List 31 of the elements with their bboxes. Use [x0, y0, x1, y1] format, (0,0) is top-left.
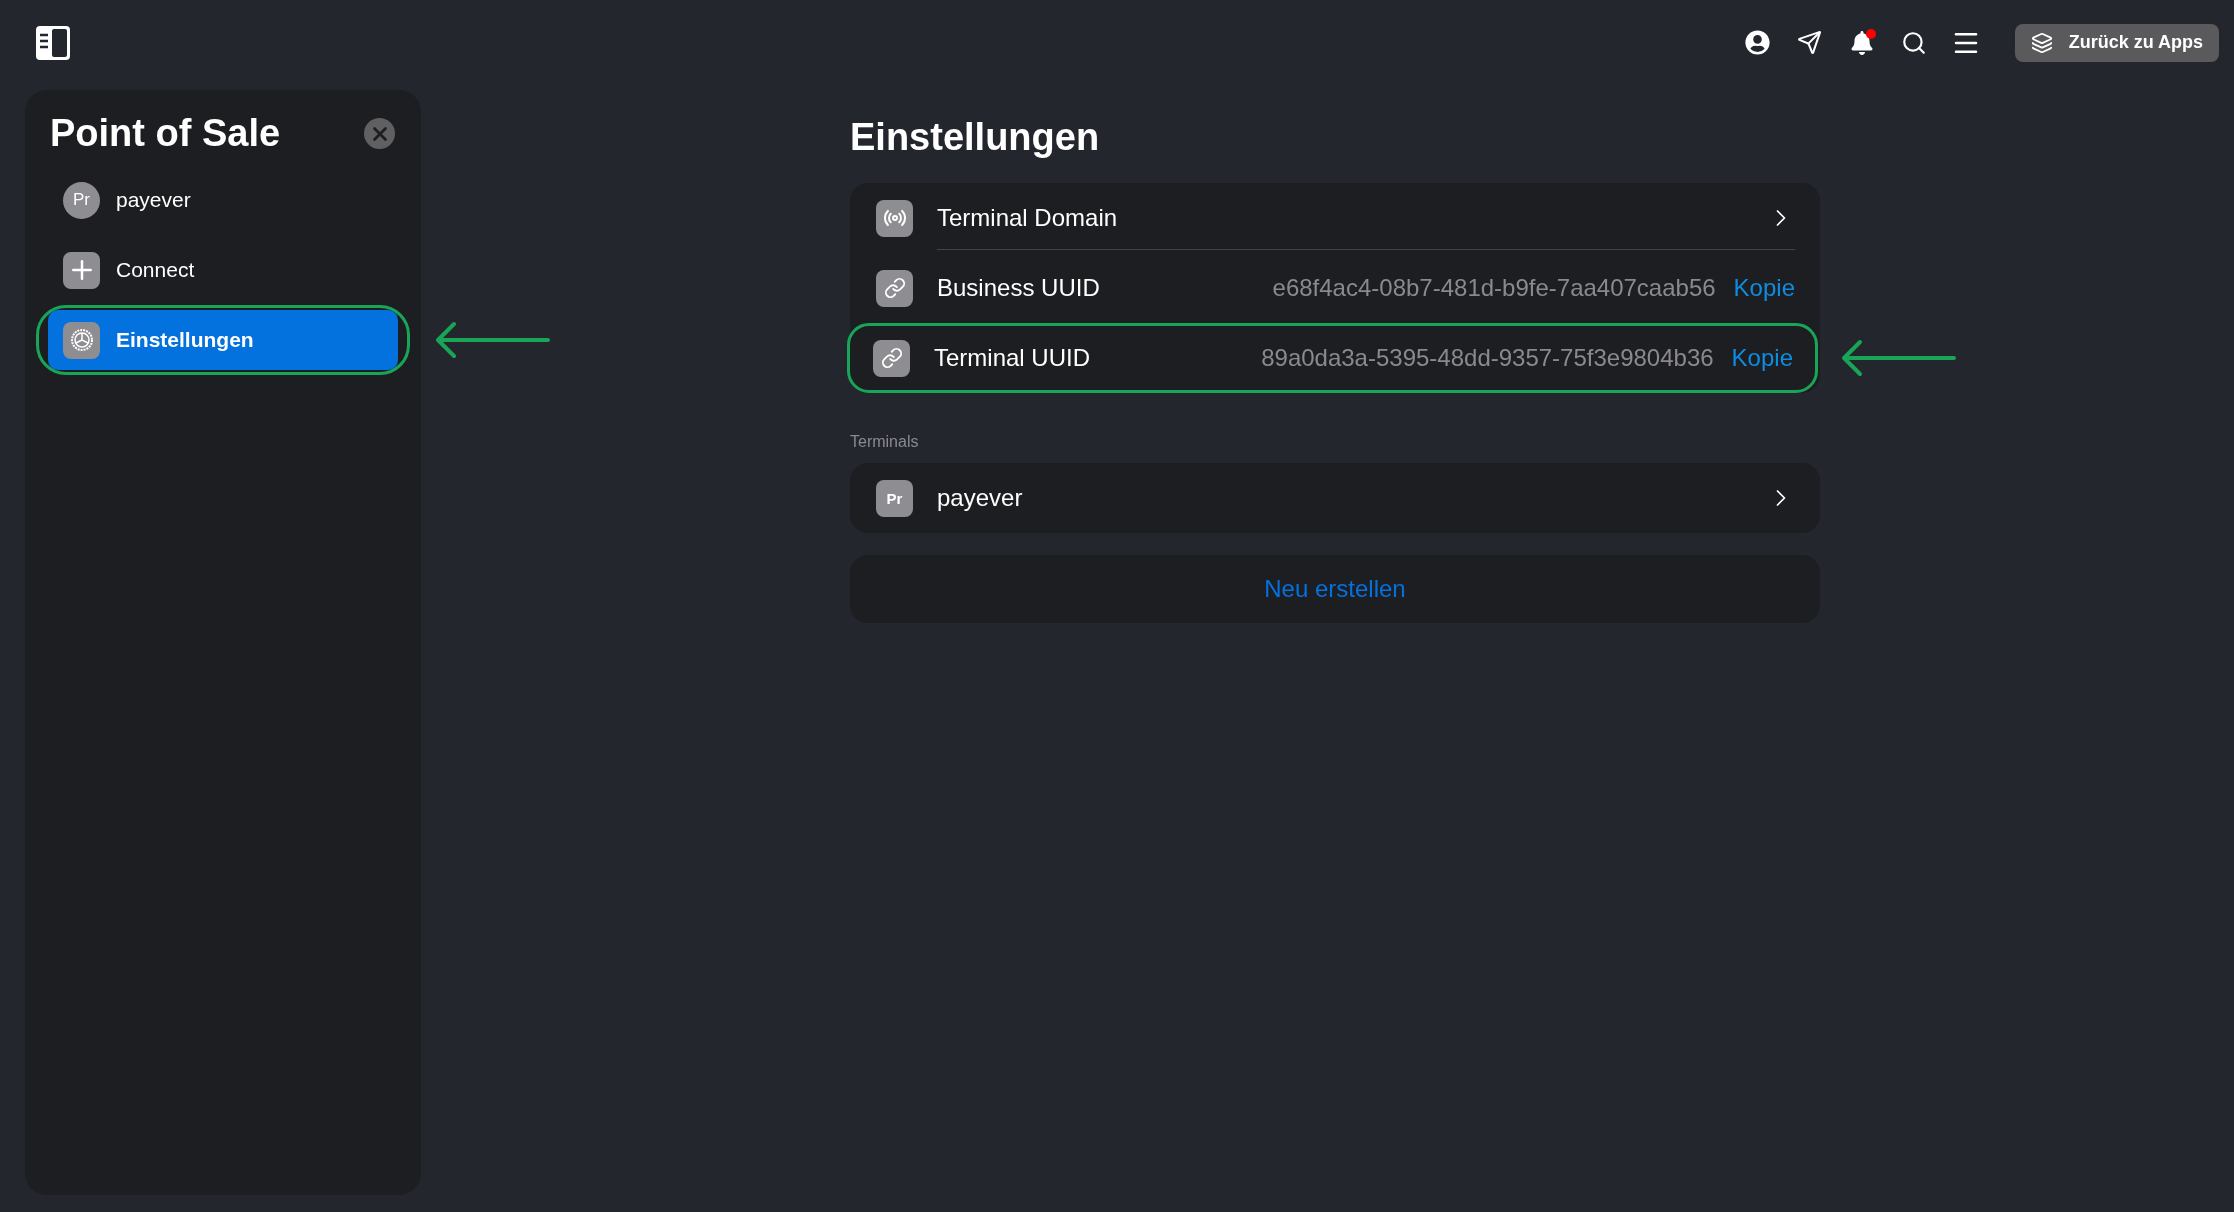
layers-icon	[2030, 31, 2053, 54]
uuid-value: 89a0da3a-5395-48dd-9357-75f3e9804b36	[1261, 344, 1714, 372]
terminal-label: payever	[937, 484, 1023, 512]
profile-icon[interactable]	[1742, 27, 1773, 58]
page-title: Einstellungen	[850, 116, 1101, 159]
sidebar-item[interactable]: Pr payever	[48, 170, 398, 230]
sidebar-item-label: payever	[116, 188, 191, 212]
link-icon	[873, 339, 910, 377]
create-new-button[interactable]: Neu erstellen	[850, 555, 1820, 623]
avatar-icon: Pr	[876, 479, 913, 517]
sidebar-item[interactable]: Connect	[48, 240, 398, 300]
sidebar-toggle-icon[interactable]	[35, 24, 71, 61]
plus-icon	[63, 251, 100, 289]
setting-label: Terminal UUID	[934, 344, 1091, 372]
back-to-apps-button[interactable]: Zurück zu Apps	[2014, 23, 2219, 62]
copy-link[interactable]: Kopie	[1733, 274, 1795, 302]
sidebar-title: Point of Sale	[50, 112, 281, 155]
sidebar-item-label: Connect	[116, 258, 195, 282]
gear-icon	[63, 321, 100, 359]
setting-label: Business UUID	[937, 274, 1100, 302]
broadcast-icon	[876, 199, 913, 237]
terminal-row[interactable]: Pr payever	[850, 463, 1820, 533]
uuid-value: e68f4ac4-08b7-481d-b9fe-7aa407caab56	[1272, 274, 1716, 302]
avatar-icon: Pr	[63, 181, 100, 219]
close-button[interactable]	[364, 118, 395, 149]
section-heading: Terminals	[850, 433, 920, 451]
copy-link[interactable]: Kopie	[1731, 344, 1793, 372]
sidebar-item-label: Einstellungen	[116, 328, 254, 352]
link-icon	[876, 269, 913, 307]
sidebar-item[interactable]: Einstellungen	[48, 310, 398, 370]
setting-label: Terminal Domain	[937, 203, 1118, 232]
